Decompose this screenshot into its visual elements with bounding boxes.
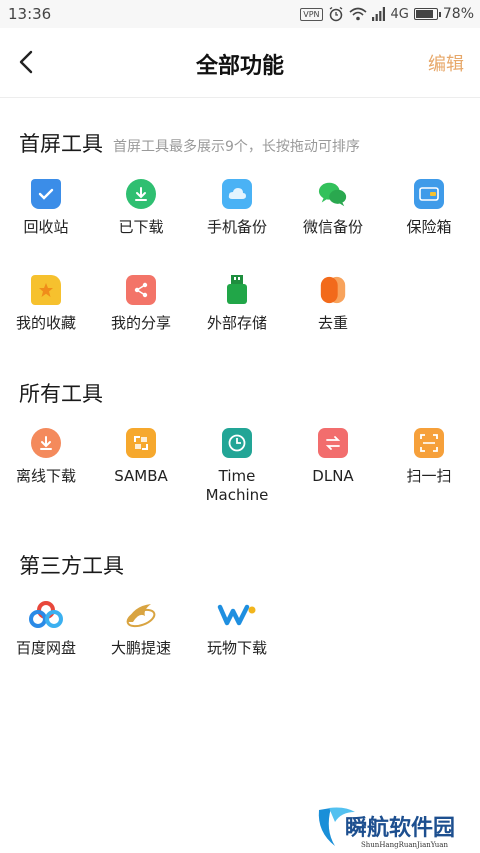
tool-dapeng-speedup[interactable]: 大鹏提速: [95, 600, 187, 658]
wechat-backup-icon: [318, 179, 348, 209]
page-title: 全部功能: [195, 54, 284, 79]
tool-label: 保险箱: [406, 218, 452, 236]
edit-button[interactable]: 编辑: [428, 50, 464, 76]
tool-label: DLNA: [312, 467, 354, 485]
all-tools-heading: 所有工具: [19, 378, 103, 408]
external-storage-icon: [222, 275, 252, 305]
vpn-badge: VPN: [300, 7, 323, 21]
downloaded-icon: [126, 179, 156, 209]
tool-label: 手机备份: [206, 218, 267, 236]
dapeng-speedup-icon: [123, 600, 159, 630]
battery-percent: 78%: [442, 6, 474, 22]
dedupe-icon: [318, 275, 348, 305]
tool-label: 外部存储: [206, 314, 267, 332]
status-bar: 13:36 VPN 4G 78%: [0, 0, 480, 28]
tool-offline-download[interactable]: 离线下载: [0, 428, 92, 486]
signal-icon: [371, 7, 385, 21]
share-icon: [126, 275, 156, 305]
tool-label: 玩物下载: [206, 639, 267, 657]
tool-samba[interactable]: SAMBA: [95, 428, 187, 486]
favorites-icon: [31, 275, 61, 305]
tool-label: 回收站: [23, 218, 69, 236]
baidu-netdisk-icon: [28, 600, 64, 630]
offline-download-icon: [31, 428, 61, 458]
phone-backup-icon: [222, 179, 252, 209]
tool-label: 扫一扫: [406, 467, 452, 485]
tool-label: 离线下载: [15, 467, 76, 485]
safe-box-icon: [414, 179, 444, 209]
tool-favorites[interactable]: 我的收藏: [0, 275, 92, 333]
tool-phone-backup[interactable]: 手机备份: [191, 179, 283, 237]
scan-icon: [414, 428, 444, 458]
watermark-logo: 瞬航软件园 ShunHangRuanJianYuan: [315, 802, 475, 852]
all-tools-title: 所有工具: [19, 382, 103, 406]
tool-external-storage[interactable]: 外部存储: [191, 275, 283, 333]
time-machine-icon: [222, 428, 252, 458]
tool-label-line: Time: [218, 467, 256, 485]
status-icons: VPN 4G 78%: [300, 4, 474, 24]
home-tools-hint: 首屏工具最多展示9个，长按拖动可排序: [113, 139, 360, 155]
tool-label: 去重: [317, 314, 348, 332]
tool-recycle-bin[interactable]: 回收站: [0, 179, 92, 237]
dlna-icon: [318, 428, 348, 458]
third-party-tools-heading: 第三方工具: [19, 550, 124, 580]
wifi-icon: [348, 7, 367, 21]
network-type: 4G: [390, 6, 409, 22]
home-tools-heading: 首屏工具 首屏工具最多展示9个，长按拖动可排序: [19, 128, 360, 158]
third-party-tools-title: 第三方工具: [19, 554, 124, 578]
tool-label: 百度网盘: [15, 639, 76, 657]
tool-safe-box[interactable]: 保险箱: [383, 179, 475, 237]
tool-baidu-netdisk[interactable]: 百度网盘: [0, 600, 92, 658]
tool-label: Time Machine: [191, 467, 283, 505]
recycle-bin-icon: [31, 179, 61, 209]
tool-label: SAMBA: [114, 467, 168, 485]
tool-share[interactable]: 我的分享: [95, 275, 187, 333]
tool-label: 微信备份: [302, 218, 363, 236]
tool-downloaded[interactable]: 已下载: [95, 179, 187, 237]
tool-label: 已下载: [118, 218, 164, 236]
tool-wanwu-download[interactable]: 玩物下载: [191, 600, 283, 658]
samba-icon: [126, 428, 156, 458]
tool-dedupe[interactable]: 去重: [287, 275, 379, 333]
tool-label: 我的分享: [110, 314, 171, 332]
tool-label: 大鹏提速: [110, 639, 171, 657]
alarm-icon: [329, 6, 342, 22]
top-bar: 全部功能 编辑: [0, 28, 480, 98]
tool-wechat-backup[interactable]: 微信备份: [287, 179, 379, 237]
battery-icon: [413, 8, 441, 20]
wanwu-download-icon: [217, 600, 257, 630]
tool-time-machine[interactable]: Time Machine: [191, 428, 283, 505]
status-time: 13:36: [8, 5, 52, 23]
battery-level: [415, 10, 434, 18]
tool-label: 我的收藏: [15, 314, 76, 332]
home-tools-title: 首屏工具: [19, 132, 103, 156]
svg-text:ShunHangRuanJianYuan: ShunHangRuanJianYuan: [361, 841, 448, 849]
tool-dlna[interactable]: DLNA: [287, 428, 379, 486]
tool-scan[interactable]: 扫一扫: [383, 428, 475, 486]
tool-label-line: Machine: [205, 486, 269, 504]
svg-text:瞬航软件园: 瞬航软件园: [345, 815, 455, 841]
